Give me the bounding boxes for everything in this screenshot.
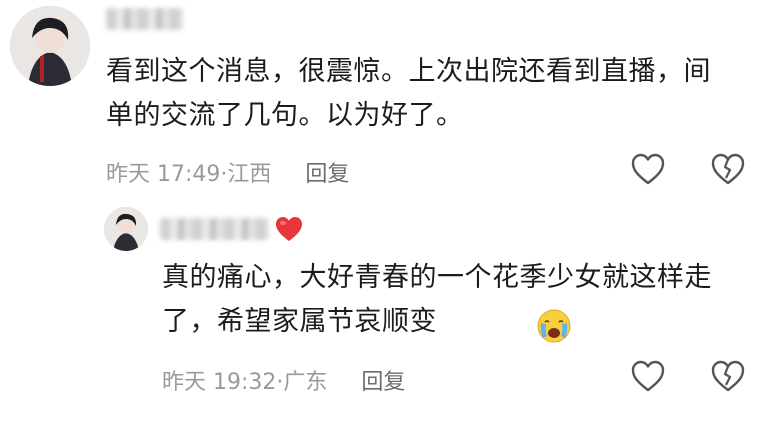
heart-outline-icon[interactable]: [630, 359, 666, 393]
comment-time: 昨天 19:32: [162, 370, 277, 395]
comment-location: 江西: [227, 162, 272, 187]
comment-meta: 昨天 19:32·广东 回复: [162, 364, 405, 396]
red-heart-icon: [274, 215, 304, 243]
broken-heart-icon[interactable]: [710, 359, 746, 393]
avatar[interactable]: [10, 6, 90, 86]
reply-button[interactable]: 回复: [305, 162, 349, 187]
comment-meta: 昨天 17:49·江西 回复: [106, 156, 349, 188]
crying-face-emoji: [536, 308, 572, 344]
comment-location: 广东: [283, 370, 328, 395]
comment-text: 真的痛心，大好青春的一个花季少女就这样走了，希望家属节哀顺变: [162, 262, 712, 337]
heart-outline-icon[interactable]: [630, 152, 666, 186]
broken-heart-icon[interactable]: [710, 152, 746, 186]
username-blurred[interactable]: [160, 218, 270, 240]
comment-text: 看到这个消息，很震惊。上次出院还看到直播，间单的交流了几句。以为好了。: [106, 56, 711, 131]
avatar[interactable]: [104, 207, 148, 251]
comment-time: 昨天 17:49: [106, 162, 221, 187]
reply-button[interactable]: 回复: [361, 370, 405, 395]
username-blurred[interactable]: [106, 8, 184, 30]
